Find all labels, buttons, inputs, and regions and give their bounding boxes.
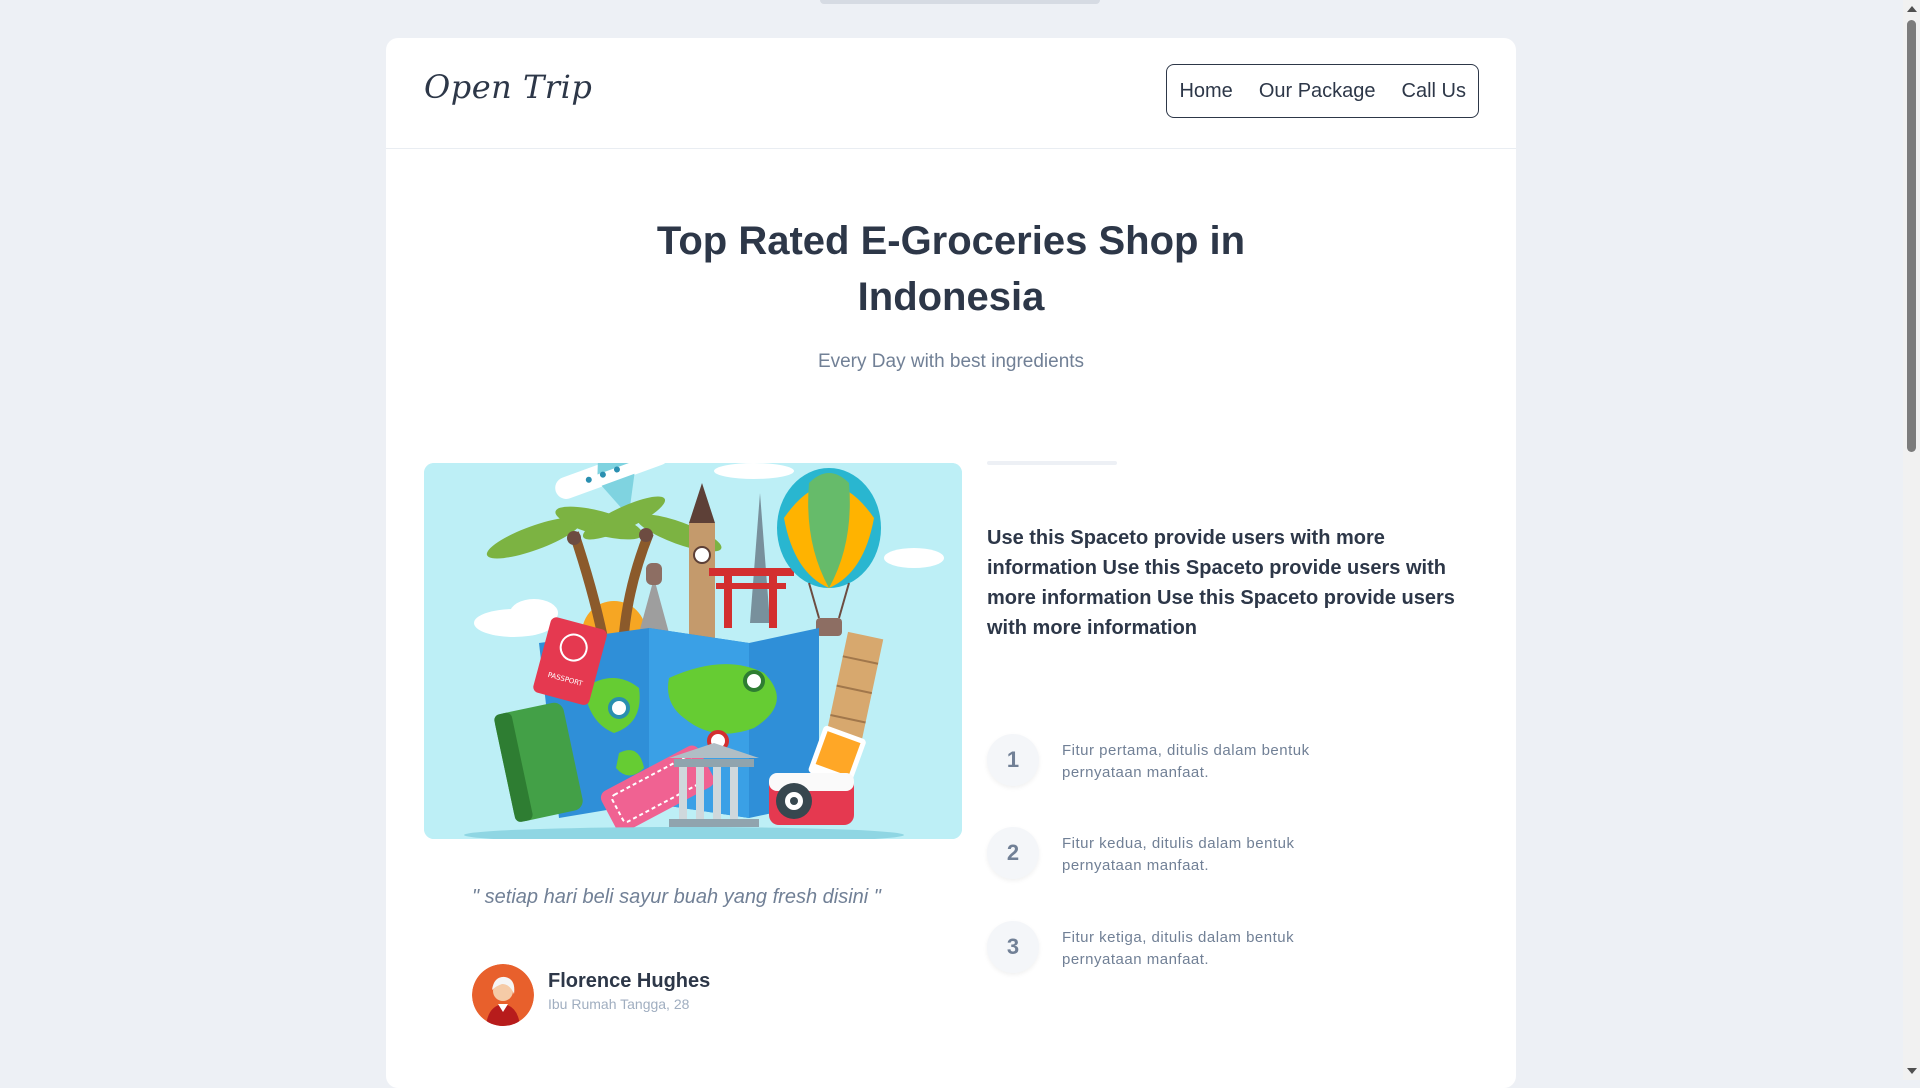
hero-title-line2: Indonesia	[857, 275, 1045, 319]
author-name: Florence Hughes	[548, 970, 711, 992]
info-text: Use this Spaceto provide users with more…	[987, 527, 1455, 639]
main-nav: Home Our Package Call Us	[1166, 64, 1479, 118]
feature-item: 3 Fitur ketiga, ditulis dalam bentuk per…	[987, 921, 1407, 977]
feature-number: 1	[987, 734, 1039, 786]
hero-subtitle: Every Day with best ingredients	[817, 351, 1085, 372]
scroll-up-arrow-icon[interactable]	[1907, 6, 1917, 12]
vertical-scrollbar[interactable]	[1903, 0, 1920, 1080]
travel-illustration: PASSPORT	[424, 463, 962, 839]
feature-text: Fitur pertama, ditulis dalam bentuk pern…	[1062, 742, 1310, 781]
header: Open Trip Home Our Package Call Us	[386, 38, 1516, 149]
section-divider	[987, 461, 1117, 465]
scrollbar-thumb[interactable]	[1907, 20, 1916, 452]
feature-item: 2 Fitur kedua, ditulis dalam bentuk pern…	[987, 827, 1407, 883]
nav-home[interactable]: Home	[1179, 80, 1232, 103]
testimonial-quote: " setiap hari beli sayur buah yang fresh…	[472, 886, 881, 908]
feature-text: Fitur kedua, ditulis dalam bentuk pernya…	[1062, 835, 1295, 874]
hero-title: Top Rated E-Groceries Shop in Indonesia	[386, 213, 1516, 325]
nav-our-package[interactable]: Our Package	[1259, 80, 1376, 103]
brand-logo[interactable]: Open Trip	[424, 68, 592, 106]
feature-text: Fitur ketiga, ditulis dalam bentuk perny…	[1062, 929, 1295, 968]
avatar-svg	[472, 964, 534, 1026]
author-role: Ibu Rumah Tangga, 28	[548, 996, 690, 1012]
feature-number: 2	[987, 827, 1039, 879]
nav-call-us[interactable]: Call Us	[1402, 80, 1466, 103]
scroll-down-arrow-icon[interactable]	[1907, 1068, 1917, 1074]
feature-item: 1 Fitur pertama, ditulis dalam bentuk pe…	[987, 734, 1407, 790]
page-card: Open Trip Home Our Package Call Us Top R…	[386, 38, 1516, 1088]
top-tab	[820, 0, 1100, 4]
avatar	[472, 964, 534, 1026]
feature-number: 3	[987, 921, 1039, 973]
travel-illustration-svg: PASSPORT	[424, 463, 962, 839]
hero-title-line1: Top Rated E-Groceries Shop in	[656, 219, 1246, 263]
